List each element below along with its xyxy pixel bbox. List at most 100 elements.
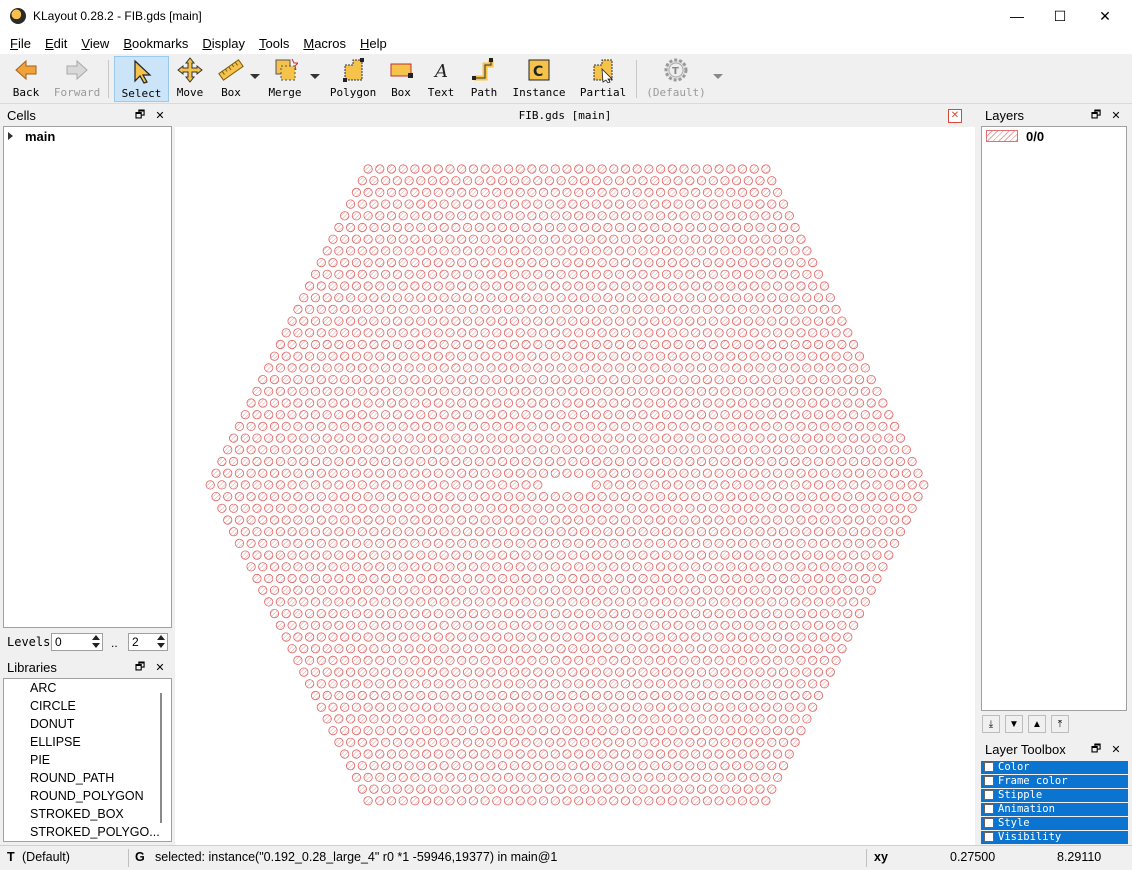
fib-hole bbox=[644, 585, 654, 595]
layers-close-icon[interactable]: ✕ bbox=[1109, 106, 1123, 124]
fib-hole bbox=[591, 339, 601, 350]
library-item[interactable]: ROUND_POLYGON bbox=[4, 787, 171, 805]
expand-checkbox-icon[interactable] bbox=[984, 818, 994, 828]
move-layer-top-button[interactable]: ⤒ bbox=[1051, 715, 1069, 733]
level-to-spinbox[interactable]: 2 bbox=[128, 633, 168, 651]
fib-hole bbox=[310, 550, 320, 560]
toolbox-float-icon[interactable]: 🗗 bbox=[1089, 740, 1103, 758]
library-item[interactable]: PIE bbox=[4, 751, 171, 769]
toolbox-row-frame-color[interactable]: Frame color bbox=[981, 775, 1128, 788]
box-ruler-tool-button[interactable]: Box bbox=[216, 56, 246, 102]
menu-view[interactable]: View bbox=[74, 36, 116, 51]
library-item[interactable]: ELLIPSE bbox=[4, 733, 171, 751]
toolbox-close-icon[interactable]: ✕ bbox=[1109, 740, 1123, 758]
fib-hole bbox=[591, 246, 601, 256]
move-layer-bottom-button[interactable]: ⤓ bbox=[982, 715, 1000, 733]
layout-view[interactable]: FIB.gds [main] ✕ bbox=[175, 105, 975, 845]
toolbox-row-stipple[interactable]: Stipple bbox=[981, 789, 1128, 802]
box-tool-button[interactable]: Box bbox=[386, 56, 416, 102]
fib-hole bbox=[813, 503, 824, 513]
expand-checkbox-icon[interactable] bbox=[984, 762, 994, 772]
fib-hole bbox=[281, 632, 291, 642]
menu-bookmarks[interactable]: Bookmarks bbox=[116, 36, 195, 51]
fib-hole bbox=[702, 398, 713, 408]
fib-hole bbox=[427, 456, 438, 467]
default-tool-button[interactable]: T (Default) bbox=[646, 56, 706, 102]
library-item[interactable]: STROKED_POLYGO... bbox=[4, 823, 171, 841]
polygon-tool-button[interactable]: Polygon bbox=[330, 56, 376, 102]
layout-tab-title[interactable]: FIB.gds [main] bbox=[175, 109, 955, 122]
library-item[interactable]: ROUND_PATH bbox=[4, 769, 171, 787]
layout-canvas[interactable] bbox=[175, 127, 975, 845]
expand-checkbox-icon[interactable] bbox=[984, 790, 994, 800]
toolbox-row-animation[interactable]: Animation bbox=[981, 803, 1128, 816]
fib-hole bbox=[661, 644, 671, 654]
expand-checkbox-icon[interactable] bbox=[984, 832, 994, 842]
minimize-button[interactable]: — bbox=[994, 0, 1040, 32]
fib-hole bbox=[497, 269, 508, 279]
path-tool-button[interactable]: Path bbox=[469, 56, 499, 102]
toolbox-row-color[interactable]: Color bbox=[981, 761, 1128, 774]
libraries-scrollbar[interactable] bbox=[160, 693, 162, 823]
expand-checkbox-icon[interactable] bbox=[984, 804, 994, 814]
library-item[interactable]: DONUT bbox=[4, 715, 171, 733]
move-layer-up-button[interactable]: ▲ bbox=[1028, 715, 1046, 733]
merge-dropdown-icon[interactable] bbox=[310, 74, 320, 79]
forward-button[interactable]: Forward bbox=[54, 56, 100, 102]
libraries-close-icon[interactable]: ✕ bbox=[153, 658, 167, 676]
menu-file[interactable]: File bbox=[3, 36, 38, 51]
spin-arrows-icon[interactable] bbox=[155, 634, 167, 650]
move-tool-button[interactable]: Move bbox=[176, 56, 204, 102]
maximize-button[interactable]: ☐ bbox=[1037, 0, 1083, 32]
cells-close-icon[interactable]: ✕ bbox=[153, 106, 167, 124]
move-layer-down-button[interactable]: ▼ bbox=[1005, 715, 1023, 733]
instance-tool-button[interactable]: C Instance bbox=[513, 56, 566, 102]
back-button[interactable]: Back bbox=[10, 56, 42, 102]
toolbox-row-style[interactable]: Style bbox=[981, 817, 1128, 830]
fib-hole bbox=[445, 585, 455, 595]
cells-tree[interactable]: main bbox=[3, 126, 172, 628]
fib-hole bbox=[340, 328, 350, 338]
fib-hole bbox=[907, 456, 917, 467]
library-item[interactable]: ARC bbox=[4, 679, 171, 697]
merge-tool-button[interactable]: Merge bbox=[268, 56, 302, 102]
fib-hole bbox=[445, 702, 455, 712]
expand-triangle-icon[interactable] bbox=[8, 132, 13, 140]
library-item[interactable]: STROKED_BOX bbox=[4, 805, 171, 823]
select-tool-button[interactable]: Select bbox=[114, 56, 169, 102]
fib-hole bbox=[503, 772, 514, 783]
menu-display[interactable]: Display bbox=[195, 36, 252, 51]
fib-hole bbox=[591, 386, 601, 396]
fib-hole bbox=[375, 679, 385, 689]
menu-tools[interactable]: Tools bbox=[252, 36, 296, 51]
libraries-float-icon[interactable]: 🗗 bbox=[133, 658, 147, 676]
cells-float-icon[interactable]: 🗗 bbox=[133, 106, 147, 124]
libraries-list[interactable]: ARC CIRCLE DONUT ELLIPSE PIE ROUND_PATH ROUND_… bbox=[3, 678, 172, 842]
text-tool-button[interactable]: A Text bbox=[428, 56, 455, 102]
partial-tool-button[interactable]: Partial bbox=[580, 56, 626, 102]
layer-row[interactable]: 0/0 bbox=[982, 127, 1126, 145]
menu-help[interactable]: Help bbox=[353, 36, 394, 51]
close-window-button[interactable]: ✕ bbox=[1082, 0, 1128, 32]
fib-hole bbox=[843, 445, 853, 455]
fib-hole bbox=[667, 375, 677, 385]
toolbox-row-visibility[interactable]: Visibility bbox=[981, 831, 1128, 844]
layers-list[interactable]: 0/0 bbox=[981, 126, 1127, 711]
fib-hole bbox=[749, 375, 759, 385]
level-from-spinbox[interactable]: 0 bbox=[51, 633, 103, 651]
menu-edit[interactable]: Edit bbox=[38, 36, 74, 51]
expand-checkbox-icon[interactable] bbox=[984, 776, 994, 786]
close-layout-icon[interactable]: ✕ bbox=[948, 109, 962, 123]
fib-hole bbox=[878, 468, 888, 478]
library-item[interactable]: CIRCLE bbox=[4, 697, 171, 715]
layers-float-icon[interactable]: 🗗 bbox=[1089, 106, 1103, 124]
fib-hole bbox=[761, 445, 771, 455]
fib-hole bbox=[691, 304, 701, 314]
default-dropdown-icon[interactable] bbox=[713, 74, 723, 79]
box-dropdown-icon[interactable] bbox=[250, 74, 260, 79]
fib-hole bbox=[585, 772, 595, 783]
cell-item-main[interactable]: main bbox=[4, 127, 171, 145]
spin-arrows-icon[interactable] bbox=[90, 634, 102, 650]
fib-hole bbox=[720, 386, 730, 396]
menu-macros[interactable]: Macros bbox=[296, 36, 353, 51]
